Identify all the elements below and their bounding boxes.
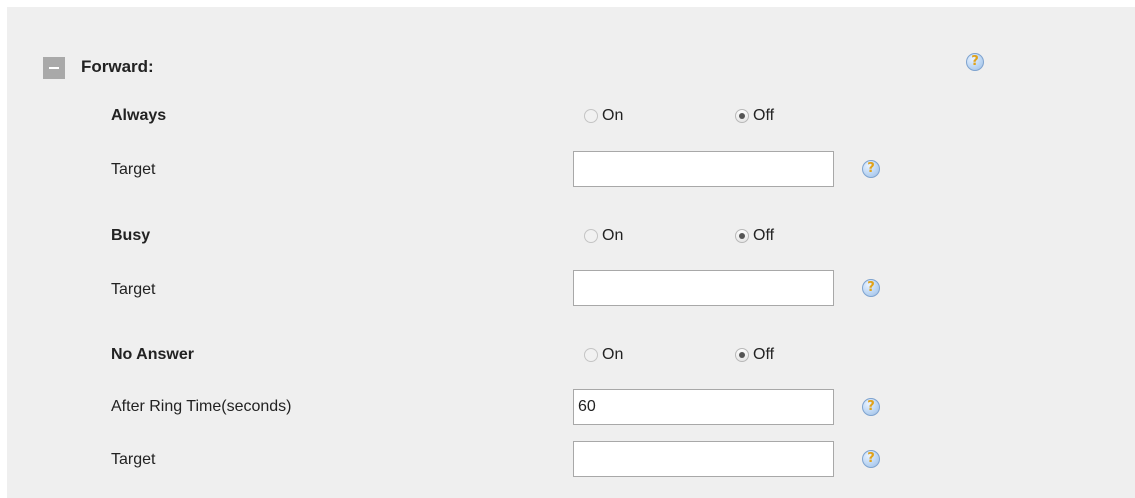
no-answer-target-help-icon[interactable] <box>862 450 880 468</box>
busy-target-label: Target <box>111 281 156 298</box>
ring-time-help-icon[interactable] <box>862 398 880 416</box>
section-title: Forward: <box>81 57 154 76</box>
ring-time-input[interactable] <box>573 389 834 425</box>
section-help-icon[interactable] <box>966 53 984 71</box>
no-answer-target-input[interactable] <box>573 441 834 477</box>
always-target-label: Target <box>111 161 156 178</box>
always-label: Always <box>111 107 167 124</box>
always-on-label: On <box>602 107 624 124</box>
radio-checked-icon <box>735 109 749 123</box>
busy-target-help-icon[interactable] <box>862 279 880 297</box>
radio-unchecked-icon <box>584 229 598 243</box>
always-off-label: Off <box>753 107 775 124</box>
busy-on-radio[interactable]: On <box>584 225 623 247</box>
radio-unchecked-icon <box>584 348 598 362</box>
radio-unchecked-icon <box>584 109 598 123</box>
always-off-radio[interactable]: Off <box>735 105 774 127</box>
busy-off-radio[interactable]: Off <box>735 225 774 247</box>
radio-checked-icon <box>735 229 749 243</box>
always-on-radio[interactable]: On <box>584 105 623 127</box>
always-target-help-icon[interactable] <box>862 160 880 178</box>
no-answer-off-label: Off <box>753 346 775 363</box>
no-answer-label: No Answer <box>111 346 194 363</box>
busy-target-input[interactable] <box>573 270 834 306</box>
busy-off-label: Off <box>753 227 775 244</box>
forward-panel <box>7 7 1135 498</box>
collapse-minus-icon[interactable] <box>43 57 65 79</box>
no-answer-on-radio[interactable]: On <box>584 344 623 366</box>
no-answer-off-radio[interactable]: Off <box>735 344 774 366</box>
ring-time-label: After Ring Time(seconds) <box>111 398 292 415</box>
radio-checked-icon <box>735 348 749 362</box>
always-target-input[interactable] <box>573 151 834 187</box>
busy-on-label: On <box>602 227 624 244</box>
no-answer-on-label: On <box>602 346 624 363</box>
busy-label: Busy <box>111 227 151 244</box>
no-answer-target-label: Target <box>111 451 156 468</box>
